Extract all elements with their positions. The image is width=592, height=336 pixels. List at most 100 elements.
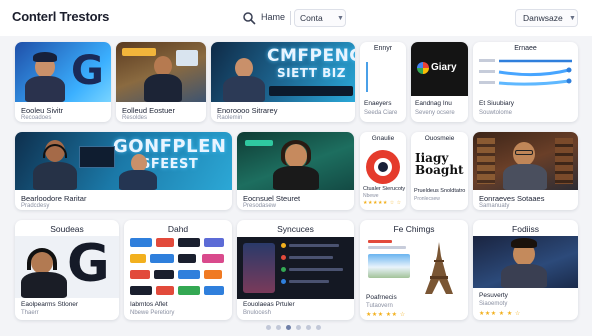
content-card[interactable]: Gnaulie Ctualer Sierucoty Nbewe ★★★★★ ☆ …: [360, 132, 406, 210]
pagination-dot[interactable]: [316, 325, 321, 330]
logo-icon: [417, 62, 429, 74]
content-card[interactable]: Fe Chimgs Poafrnecis Tutaovern ★★★ ★★ ☆: [360, 220, 468, 320]
content-card[interactable]: Dahd Iabmtos Aflet Nbewe Peretiory: [124, 220, 232, 320]
card-heading: Syncuces: [277, 224, 314, 234]
brand-wordmark: Iiagy Boaght: [415, 151, 464, 177]
thumbnail-image: [237, 237, 354, 299]
logo-icon: [366, 150, 400, 184]
pagination-dots[interactable]: [266, 324, 326, 332]
thumbnail-image: [473, 132, 578, 190]
thumbnail-image: G: [15, 42, 111, 102]
download-dropdown[interactable]: Danwsaze ▼: [515, 9, 578, 27]
thumbnail-image: GONFPLEN SFEEST: [15, 132, 232, 190]
rating-stars: ★★★ ★★ ☆: [366, 312, 406, 318]
thumbnail-image: [473, 236, 578, 288]
rating-stars: ★★★★★ ☆ ☆: [363, 200, 402, 206]
pagination-dot[interactable]: [276, 325, 281, 330]
content-card[interactable]: Soudeas G Eaolpearms Stloner Thaerr: [15, 220, 119, 320]
logo-letter: G: [67, 234, 110, 294]
accent-bar: [366, 62, 368, 92]
content-card[interactable]: Eonraeves Sotaaes Samanuaty: [473, 132, 578, 210]
card-heading: Dahd: [167, 224, 189, 234]
card-title: Eolleud Eostuer: [122, 106, 175, 115]
chevron-down-icon: ▼: [569, 15, 576, 22]
card-title: Iabmtos Aflet: [130, 301, 168, 308]
app-title: Conterl Trestors: [12, 9, 110, 24]
content-card[interactable]: Ouosmeie Iiagy Boaght Prueldeus Snoldtat…: [411, 132, 468, 210]
download-dropdown-label: Danwsaze: [523, 13, 563, 23]
card-subtitle: Bnulocesh: [243, 310, 272, 316]
card-heading: Fodiiss: [512, 224, 539, 234]
card-title: Enaeyers: [364, 100, 392, 107]
banner-text: GONFPLEN: [113, 136, 227, 157]
content-card[interactable]: Fodiiss Pesuverty Siaoemoty ★★★ ★ ★ ☆: [473, 220, 578, 320]
content-card[interactable]: CMFPENG SIETT BIZ Enoroooo Sitrarey Raol…: [211, 42, 355, 122]
card-subtitle: Tutaovern: [366, 303, 393, 309]
content-card[interactable]: GONFPLEN SFEEST Bearloodore Raritar Prad…: [15, 132, 232, 210]
thumbnail-image: Giary: [411, 42, 468, 96]
thumbnail-image: CMFPENG SIETT BIZ: [211, 42, 355, 102]
pagination-dot[interactable]: [306, 325, 311, 330]
card-subtitle: Presodasew: [243, 203, 277, 209]
card-subtitle: Nbewe Peretiory: [130, 310, 175, 316]
thumbnail-image: [237, 132, 354, 190]
banner-text: SFEEST: [141, 157, 199, 172]
card-heading: Ouosmeie: [424, 135, 455, 142]
pagination-dot[interactable]: [286, 325, 291, 330]
card-title: Bearloodore Raritar: [21, 194, 87, 203]
pagination-dot[interactable]: [266, 325, 271, 330]
content-card[interactable]: Ennyr Enaeyers Seeda Ciare: [360, 42, 406, 122]
stats-graphic: [479, 59, 572, 86]
card-subtitle: Raolemin: [217, 115, 243, 121]
card-title: Eandnag Inu: [415, 100, 452, 107]
article-line: [368, 240, 392, 243]
content-card[interactable]: Giary Eandnag Inu Seveny ocsere: [411, 42, 468, 122]
card-title: Poafrnecis: [366, 294, 397, 301]
card-title: Eaolpearms Stloner: [21, 301, 79, 308]
content-dropdown-label: Conta: [300, 13, 323, 23]
eiffel-tower-icon: [425, 242, 453, 294]
logo-text: Giary: [431, 62, 457, 73]
content-card[interactable]: Ernaee Et Siuubiary Souwtolome: [473, 42, 578, 122]
content-card[interactable]: Syncuces Eouolaeas Prtuler Bnulocesh: [237, 220, 354, 320]
nav-home-link[interactable]: Hame: [261, 12, 285, 22]
content-dropdown[interactable]: Conta ▼: [294, 9, 346, 27]
card-subtitle: Recoadoes: [21, 115, 52, 121]
card-subtitle: Pronlecsew: [414, 196, 440, 202]
card-title: Eouolaeas Prtuler: [243, 301, 295, 308]
card-title: Pesuverty: [479, 292, 508, 299]
card-subtitle: Seeda Ciare: [364, 110, 398, 116]
card-title: Et Siuubiary: [479, 100, 515, 107]
rating-stars: ★★★ ★ ★ ☆: [479, 311, 521, 317]
card-title: Eooleu Sivitr: [21, 106, 64, 115]
card-title: Prueldeus Snoldtatro: [414, 188, 466, 194]
card-subtitle: Souwtolome: [479, 110, 513, 116]
card-subtitle: Pradcdesy: [21, 203, 50, 209]
card-subtitle: Samanuaty: [479, 203, 510, 209]
card-heading: Ernaee: [514, 45, 537, 52]
card-title: Eonraeves Sotaaes: [479, 194, 545, 203]
pagination-dot[interactable]: [296, 325, 301, 330]
card-subtitle: Siaoemoty: [479, 301, 508, 307]
content-card[interactable]: Eocnsuel Steuret Presodasew: [237, 132, 354, 210]
card-heading: Soudeas: [50, 224, 84, 234]
banner-text: CMFPENG: [267, 46, 355, 66]
divider: [290, 11, 291, 25]
chevron-down-icon: ▼: [337, 15, 344, 22]
card-subtitle: Nbewe: [363, 193, 379, 199]
top-bar: Conterl Trestors Hame Conta ▼ Danwsaze ▼: [0, 0, 592, 36]
thumbnail-image: G: [15, 234, 119, 298]
card-subtitle: Resoldes: [122, 115, 148, 121]
card-heading: Ennyr: [373, 45, 393, 52]
content-card[interactable]: G Eooleu Sivitr Recoadoes: [15, 42, 111, 122]
content-card[interactable]: Eolleud Eostuer Resoldes: [116, 42, 206, 122]
banner-text: SIETT BIZ: [277, 66, 346, 80]
search-icon[interactable]: [242, 11, 256, 25]
card-heading: Fe Chimgs: [393, 224, 435, 234]
logo-letter: G: [71, 48, 104, 94]
card-title: Eocnsuel Steuret: [243, 194, 301, 203]
thumbnail-image: [116, 42, 206, 102]
card-heading: Gnaulie: [371, 135, 395, 142]
card-title: Enoroooo Sitrarey: [217, 106, 278, 115]
article-image: [368, 254, 410, 278]
